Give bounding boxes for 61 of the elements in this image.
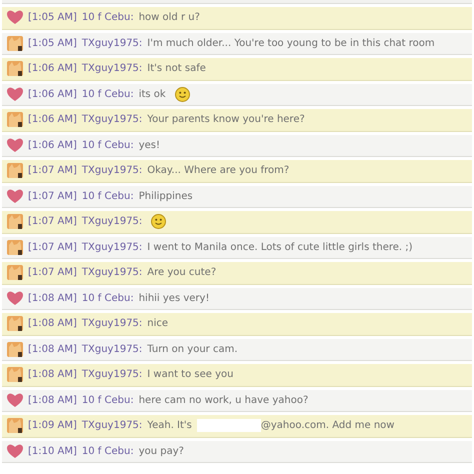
timestamp: [1:06 AM] [28,138,77,153]
message-text: its ok [138,88,166,102]
sender-name: 10 f Cebu: [82,444,134,459]
heart-avatar-icon [7,290,23,306]
sender-name: 10 f Cebu: [82,394,134,408]
sender-name: 10 f Cebu: [82,138,134,153]
message-text: @yahoo.com. Add me now [260,419,394,434]
timestamp: [1:10 AM] [28,444,77,459]
message-text: Your parents know you're here? [147,113,305,128]
timestamp: [1:07 AM] [28,266,77,280]
message-text: It's not safe [147,62,206,76]
timestamp: [1:08 AM] [28,342,77,357]
timestamp: [1:07 AM] [28,164,77,178]
message-text: Okay... Where are you from? [147,164,290,178]
message-text: you pay? [138,444,184,459]
heart-avatar-icon [7,188,23,204]
sender-name: TXguy1975: [82,368,142,382]
sender-name: TXguy1975: [82,317,142,332]
sender-name: 10 f Cebu: [82,292,134,306]
timestamp: [1:08 AM] [28,317,77,332]
message-text: here cam no work, u have yahoo? [138,394,308,408]
sender-name: TXguy1975: [82,164,142,178]
sender-name: TXguy1975: [82,215,142,230]
sender-name: TXguy1975: [82,36,142,51]
heart-avatar-icon [7,138,23,153]
timestamp: [1:05 AM] [28,36,77,51]
message-text: Are you cute? [147,266,216,280]
timestamp: [1:06 AM] [28,113,77,128]
message-text: I want to see you [147,368,234,382]
timestamp: [1:07 AM] [28,240,77,255]
message-text: hihii yes very! [138,292,210,306]
sender-name: 10 f Cebu: [82,190,134,204]
timestamp: [1:07 AM] [28,190,77,204]
sender-name: 10 f Cebu: [82,11,134,26]
timestamp: [1:08 AM] [28,292,77,306]
message-text: I'm much older... You're too young to be in this chat room [147,36,435,51]
message-text: how old r u? [138,11,200,26]
message-text: Philippines [138,190,193,204]
message-text: Yeah. It's [147,419,192,434]
timestamp: [1:05 AM] [28,11,77,26]
timestamp: [1:06 AM] [28,88,77,102]
sender-name: TXguy1975: [82,62,142,76]
timestamp: [1:08 AM] [28,394,77,408]
sender-name: TXguy1975: [82,113,142,128]
sender-name: TXguy1975: [82,342,142,357]
message-text: Turn on your cam. [147,342,238,357]
sender-name: TXguy1975: [82,266,142,280]
heart-avatar-icon [7,10,23,26]
message-text: I went to Manila once. Lots of cute little girls there. ;) [147,240,413,255]
sender-name: TXguy1975: [82,240,142,255]
timestamp: [1:06 AM] [28,62,77,76]
timestamp: [1:09 AM] [28,419,77,434]
heart-avatar-icon [7,86,23,102]
sender-name: TXguy1975: [82,419,142,434]
heart-avatar-icon [7,444,23,459]
message-text: yes! [138,138,160,153]
heart-avatar-icon [7,392,23,408]
message-text: nice [147,317,168,332]
timestamp: [1:08 AM] [28,368,77,382]
timestamp: [1:07 AM] [28,215,77,230]
sender-name: 10 f Cebu: [82,88,134,102]
